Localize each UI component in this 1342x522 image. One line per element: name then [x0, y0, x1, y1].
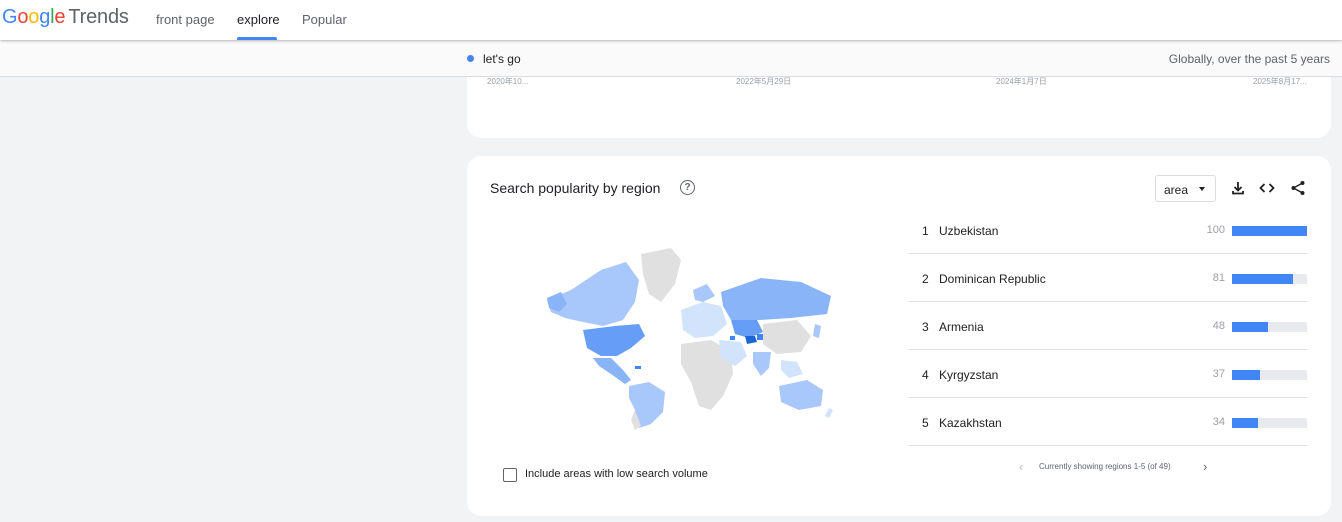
nav-front-page[interactable]: front page	[156, 12, 215, 27]
search-scope-label: Globally, over the past 5 years	[1168, 52, 1330, 66]
region-ranking-list: 1 Uzbekistan 100 2 Dominican Republic 81…	[909, 206, 1307, 446]
region-bar-fill	[1232, 274, 1293, 284]
chevron-left-icon[interactable]: ‹	[1019, 459, 1023, 474]
region-value: 34	[1212, 416, 1225, 428]
region-rank: 4	[922, 368, 929, 382]
term-color-dot	[467, 55, 474, 62]
low-volume-checkbox[interactable]	[503, 468, 517, 482]
help-icon[interactable]: ?	[680, 180, 695, 195]
google-wordmark: Google	[2, 6, 66, 28]
region-name: Armenia	[939, 320, 984, 334]
timeline-date-label: 2025年8月17...	[1253, 77, 1307, 86]
map-region-mexico[interactable]	[593, 358, 631, 384]
region-popularity-card: Search popularity by region ? area Inclu…	[467, 156, 1331, 516]
region-rank: 1	[922, 224, 929, 238]
region-bar-track	[1232, 370, 1307, 380]
region-rank: 5	[922, 416, 929, 430]
map-region-kyrgyzstan[interactable]	[757, 334, 763, 340]
download-icon[interactable]	[1230, 180, 1246, 196]
map-region-australia[interactable]	[779, 380, 823, 410]
region-rank: 2	[922, 272, 929, 286]
region-value: 48	[1212, 320, 1225, 332]
share-icon[interactable]	[1290, 180, 1306, 196]
pager-status: Currently showing regions 1-5 (of 49)	[1039, 462, 1171, 471]
region-bar-track	[1232, 418, 1307, 428]
top-header: Google Trends front page explore Popular	[0, 0, 1342, 40]
list-item[interactable]: 4 Kyrgyzstan 37	[909, 350, 1307, 398]
map-region-new-zealand[interactable]	[825, 408, 833, 418]
region-name: Uzbekistan	[939, 224, 999, 238]
region-value: 81	[1212, 272, 1225, 284]
resolution-select[interactable]: area	[1155, 175, 1216, 202]
region-bar-fill	[1232, 418, 1258, 428]
embed-icon[interactable]	[1259, 180, 1275, 196]
region-name: Kyrgyzstan	[939, 368, 999, 382]
map-region-india[interactable]	[753, 352, 771, 376]
active-tab-indicator	[237, 37, 277, 40]
resolution-select-value: area	[1164, 183, 1189, 197]
region-name: Dominican Republic	[939, 272, 1046, 286]
list-item[interactable]: 1 Uzbekistan 100	[909, 206, 1307, 254]
nav-explore[interactable]: explore	[237, 12, 280, 27]
region-value: 100	[1206, 224, 1225, 236]
search-term-bar: let's go Globally, over the past 5 years	[0, 41, 1342, 77]
chevron-down-icon	[1199, 187, 1205, 191]
chevron-right-icon[interactable]: ›	[1203, 459, 1207, 474]
region-bar-fill	[1232, 370, 1260, 380]
map-region-europe[interactable]	[681, 302, 727, 338]
region-pager: ‹ Currently showing regions 1-5 (of 49) …	[1015, 457, 1275, 477]
timeline-date-label: 2020年10...	[487, 77, 529, 86]
google-trends-logo[interactable]: Google Trends	[2, 6, 129, 29]
map-region-scandinavia[interactable]	[693, 284, 715, 302]
world-choropleth-map[interactable]	[531, 240, 843, 430]
map-region-russia[interactable]	[721, 278, 831, 320]
timeline-date-label: 2022年5月29日	[736, 77, 792, 86]
map-region-dominican-republic[interactable]	[635, 366, 641, 369]
region-bar-track	[1232, 274, 1307, 284]
list-item[interactable]: 2 Dominican Republic 81	[909, 254, 1307, 302]
map-region-japan[interactable]	[813, 324, 821, 338]
low-volume-checkbox-label: Include areas with low search volume	[525, 468, 708, 480]
region-bar-fill	[1232, 322, 1268, 332]
card-title: Search popularity by region	[490, 180, 661, 196]
map-region-armenia[interactable]	[730, 336, 735, 340]
region-name: Kazakhstan	[939, 416, 1002, 430]
map-regions	[547, 248, 833, 430]
search-term-label[interactable]: let's go	[483, 52, 521, 66]
region-value: 37	[1212, 368, 1225, 380]
map-region-china[interactable]	[763, 320, 811, 354]
map-region-uzbekistan[interactable]	[745, 336, 757, 344]
nav-popular[interactable]: Popular	[302, 12, 347, 27]
region-bar-fill	[1232, 226, 1307, 236]
list-item[interactable]: 5 Kazakhstan 34	[909, 398, 1307, 446]
map-region-southeast-asia[interactable]	[781, 360, 803, 378]
region-bar-track	[1232, 322, 1307, 332]
timeline-date-label: 2024年1月7日	[996, 77, 1047, 86]
map-region-greenland[interactable]	[641, 248, 681, 302]
region-rank: 3	[922, 320, 929, 334]
map-region-usa[interactable]	[583, 324, 645, 356]
trends-wordmark: Trends	[68, 6, 129, 28]
region-bar-track	[1232, 226, 1307, 236]
list-item[interactable]: 3 Armenia 48	[909, 302, 1307, 350]
